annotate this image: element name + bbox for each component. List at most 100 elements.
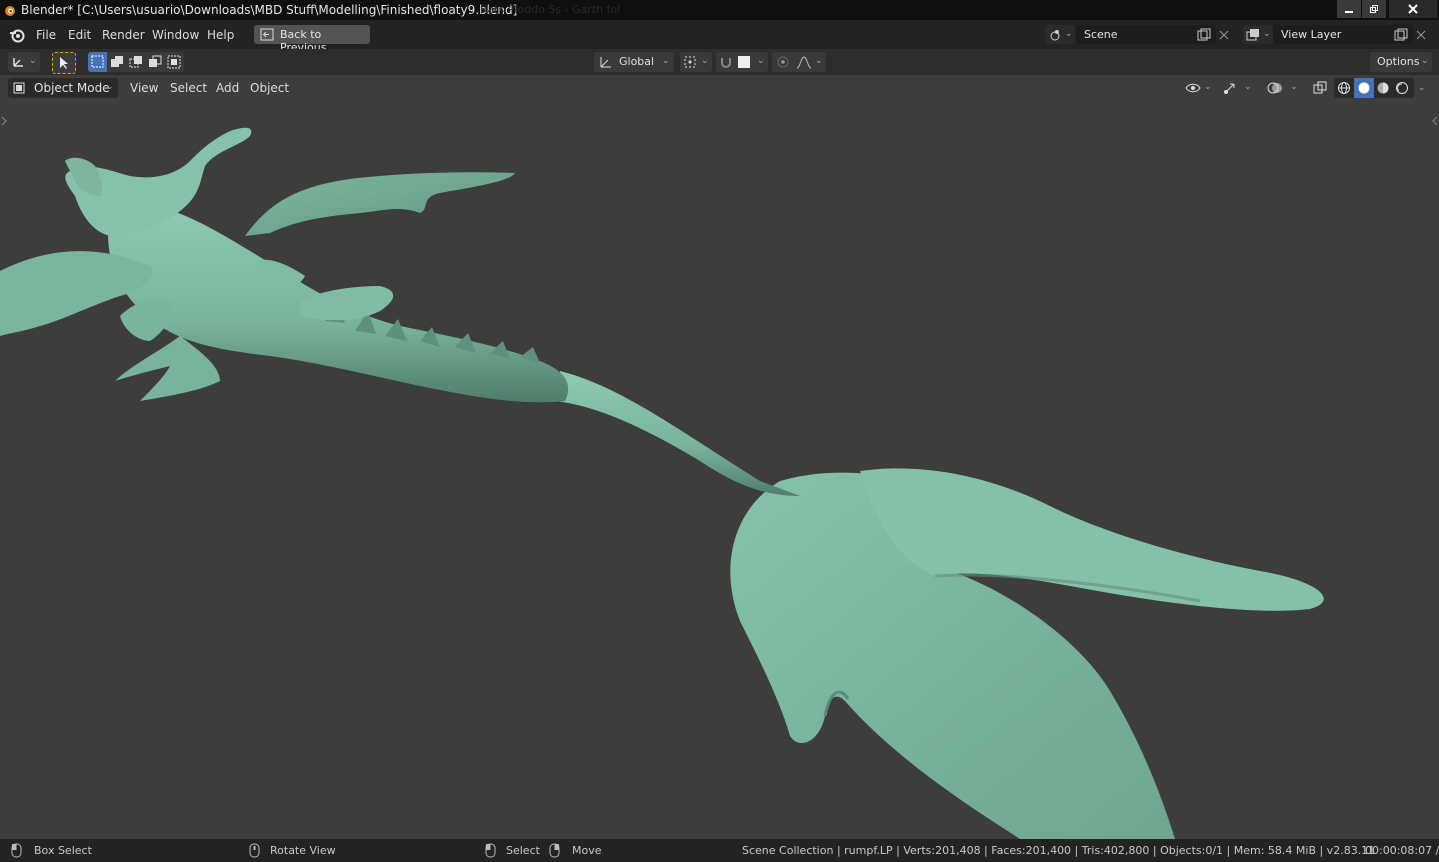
select-invert-icon[interactable] [148,55,162,69]
chevron-down-icon: ⌄ [757,56,765,66]
proportional-editing-icon[interactable] [776,55,790,69]
scene-icon [1050,30,1060,41]
mouse-right-icon [549,843,560,858]
close-icon[interactable] [1219,30,1229,40]
select-tool-button[interactable] [52,52,76,74]
menu-render[interactable]: Render [102,28,145,42]
solid-shading-button[interactable] [1354,78,1374,98]
snapping-group: ⌄ [716,52,768,72]
window-titlebar: Blender* [C:\Users\usuario\Downloads\MBD… [0,0,1439,20]
chevron-down-icon: ⌄ [29,56,37,66]
view-menu[interactable]: View [124,78,160,98]
selectability-visibility-dropdown[interactable]: ⌄ [1182,78,1216,98]
add-menu[interactable]: Add [210,78,242,98]
view-menu-label: View [130,81,159,95]
chevron-down-icon[interactable]: ⌄ [1418,83,1426,93]
view-layer-browse-button[interactable]: ⌄ [1243,25,1273,44]
blender-logo-icon [5,6,15,16]
selection-mode-new[interactable] [88,52,107,72]
material-preview-icon[interactable] [1376,81,1390,95]
select-menu-label: Select [170,81,208,95]
back-arrow-icon [260,28,274,41]
overlays-dropdown[interactable]: ⌄ [1264,78,1304,98]
select-new-icon [91,55,104,68]
shading-mode-group [1334,78,1414,98]
orientation-global-icon [600,57,611,68]
object-mode-dropdown[interactable]: Object Mode ⌄ [8,78,118,98]
view-layer-name-field[interactable]: View Layer [1273,25,1413,44]
pivot-point-icon [684,56,696,68]
select-subtract-icon[interactable] [129,55,143,69]
object-mode-icon [13,82,25,94]
transform-orientation-dropdown[interactable]: Global ⌄ [594,52,674,72]
add-menu-label: Add [216,81,240,95]
xray-toggle[interactable] [1310,78,1330,98]
close-icon[interactable] [1416,30,1426,40]
menu-window[interactable]: Window [152,28,199,42]
gizmo-dropdown[interactable]: ⌄ [1220,78,1256,98]
chevron-down-icon: ⌄ [1263,29,1271,39]
fin-lower-left [115,336,220,401]
scene-name-field[interactable]: Scene [1076,25,1216,44]
view-layer-icon [1246,29,1259,41]
blender-menu-icon[interactable] [9,27,25,43]
viewport-header: Object Mode ⌄ View Select Add Object ⌄ ⌄… [0,75,1439,101]
3d-viewport[interactable] [0,101,1439,839]
status-time: 00:00:08:07 / [1365,844,1439,857]
selection-mode-group [88,52,184,72]
duplicate-icon[interactable] [1197,28,1211,41]
3d-viewport-icon [13,58,23,67]
duplicate-icon[interactable] [1394,28,1408,41]
tool-settings-bar: ⌄ Global ⌄ ⌄ ⌄ ⌄ Options ⌄ [0,49,1439,75]
chevron-down-icon: ⌄ [1065,29,1073,39]
select-menu[interactable]: Select [164,78,208,98]
editor-type-button[interactable]: ⌄ [8,52,40,72]
select-extend-icon[interactable] [110,55,124,69]
chevron-down-icon: ⌄ [1244,82,1252,92]
gizmo-icon [1224,83,1235,94]
restore-button[interactable] [1362,0,1386,18]
select-intersect-icon[interactable] [167,55,181,69]
menu-file[interactable]: File [36,28,56,42]
chevron-down-icon: ⌄ [1290,82,1298,92]
object-menu[interactable]: Object [244,78,290,98]
chevron-down-icon: ⌄ [1204,82,1212,92]
status-bar: Box Select Rotate View Select Move Scene… [0,839,1439,862]
options-dropdown[interactable]: Options ⌄ [1370,52,1432,72]
rendered-shading-icon[interactable] [1395,81,1409,95]
minimize-button[interactable] [1337,0,1361,18]
snap-increment-icon[interactable] [738,56,750,68]
status-move: Move [572,844,602,857]
pivot-point-dropdown[interactable]: ⌄ [680,52,712,72]
object-menu-label: Object [250,81,290,95]
menu-help[interactable]: Help [207,28,234,42]
dragon-mesh [0,127,1324,839]
solid-shading-icon [1358,82,1370,94]
options-label: Options [1377,55,1420,68]
wing-upper [245,172,515,236]
status-select: Select [506,844,540,857]
chevron-down-icon: ⌄ [106,82,114,92]
back-to-previous-button[interactable]: Back to Previous [254,25,370,54]
wireframe-shading-icon[interactable] [1337,81,1351,95]
mouse-left-icon [11,843,22,858]
magnet-icon[interactable] [719,55,733,69]
chevron-down-icon: ⌄ [662,56,670,66]
mouse-middle-icon [249,843,260,858]
falloff-curve-icon[interactable] [796,55,812,69]
tail-stalk [555,371,800,496]
proportional-editing-group: ⌄ [772,52,826,72]
chevron-down-icon: ⌄ [815,56,823,66]
view-layer-name-label: View Layer [1281,28,1342,41]
transform-orientation-label: Global [619,55,655,68]
cursor-arrow-icon [60,57,68,69]
object-mode-label: Object Mode [34,81,110,95]
scene-name-label: Scene [1084,28,1118,41]
close-button[interactable] [1389,0,1437,18]
menu-edit[interactable]: Edit [68,28,91,42]
fin-mid [120,299,172,341]
close-icon [1408,4,1418,14]
background-window-ghost-text: Rats Ploddo 5s - Garth fol [480,3,621,16]
scene-browse-button[interactable]: ⌄ [1045,25,1075,44]
minimize-icon [1345,11,1353,13]
